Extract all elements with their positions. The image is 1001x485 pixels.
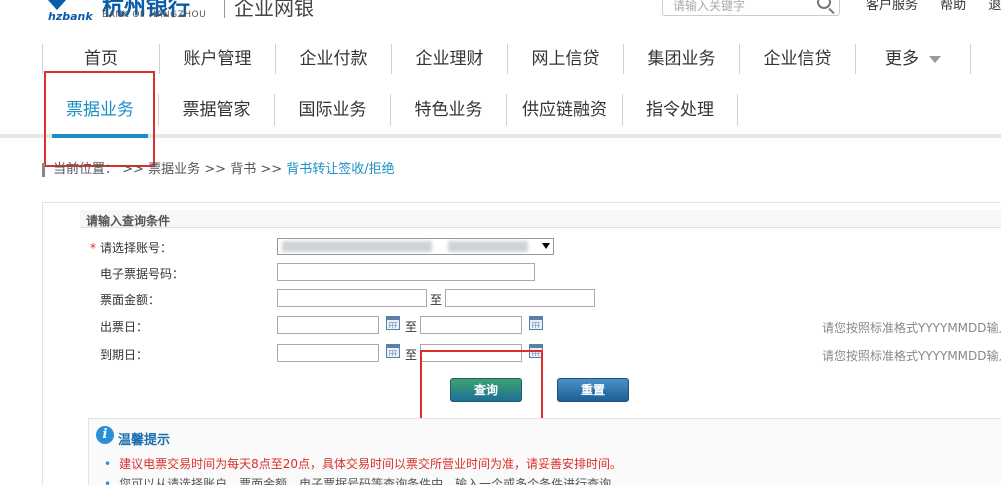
to-label: 至 xyxy=(430,293,443,307)
info-icon: i xyxy=(96,426,114,444)
breadcrumb-bar xyxy=(42,162,45,177)
issue-date-label: 出票日： xyxy=(100,320,149,334)
logo-divider xyxy=(224,0,225,18)
tab-label: 票据管家 xyxy=(182,100,251,120)
masked-account xyxy=(448,241,528,252)
nav-account-management[interactable]: 账户管理 xyxy=(159,44,275,74)
chevron-down-icon xyxy=(929,55,941,63)
tab-featured[interactable]: 特色业务 xyxy=(390,94,506,126)
chevron-down-icon xyxy=(542,243,550,249)
calendar-icon[interactable] xyxy=(386,316,400,330)
nav-more[interactable]: 更多 xyxy=(855,44,971,74)
nav-label: 账户管理 xyxy=(183,49,252,69)
nav-label: 企业理财 xyxy=(415,49,484,69)
tab-label: 供应链融资 xyxy=(522,100,607,120)
due-date-start-input[interactable] xyxy=(277,344,379,362)
subnav-divider xyxy=(0,134,1001,138)
tip-text: 建议电票交易时间为每天8点至20点，具体交易时间以票交所营业时间为准，请妥善安排… xyxy=(119,457,622,471)
due-date-end-input[interactable] xyxy=(420,344,522,362)
link-help[interactable]: 帮助 xyxy=(940,0,966,13)
search-input[interactable]: 请输入关键字 xyxy=(662,0,840,16)
logo-en: hzbank xyxy=(48,10,93,23)
breadcrumb-item[interactable]: 背书 xyxy=(230,162,256,177)
sub-nav: 票据业务 票据管家 国际业务 特色业务 供应链融资 指令处理 xyxy=(42,94,738,126)
reset-button[interactable]: 重置 xyxy=(557,378,629,402)
breadcrumb-current: 背书转让签收/拒绝 xyxy=(286,162,395,177)
bill-number-input[interactable] xyxy=(277,263,535,281)
breadcrumb-prefix: 当前位置： xyxy=(53,162,119,177)
breadcrumb: 当前位置： >> 票据业务 >> 背书 >> 背书转让签收/拒绝 xyxy=(42,158,395,177)
nav-group-business[interactable]: 集团业务 xyxy=(623,44,739,74)
tab-label: 国际业务 xyxy=(298,100,367,120)
nav-label: 企业付款 xyxy=(299,49,368,69)
active-tab-indicator xyxy=(52,134,148,138)
required-mark: * xyxy=(90,241,96,255)
due-date-label: 到期日： xyxy=(100,348,149,362)
bill-no-label: 电子票据号码： xyxy=(100,267,185,281)
top-links: 客户服务 帮助 退出 xyxy=(866,0,1001,13)
nav-enterprise-payment[interactable]: 企业付款 xyxy=(275,44,391,74)
tip-line: • 您可以从请选择账户、票面金额、电子票据号码等查询条件中，输入一个或多个条件进行… xyxy=(104,475,623,485)
tab-bill-manager[interactable]: 票据管家 xyxy=(158,94,274,126)
tab-label: 指令处理 xyxy=(646,100,714,120)
nav-home[interactable]: 首页 xyxy=(42,44,159,74)
nav-label: 首页 xyxy=(84,49,118,69)
to-label: 至 xyxy=(405,348,418,362)
calendar-icon[interactable] xyxy=(529,344,543,358)
tab-instructions[interactable]: 指令处理 xyxy=(622,94,738,126)
tab-international[interactable]: 国际业务 xyxy=(274,94,390,126)
bullet-icon: • xyxy=(104,477,112,485)
nav-label: 集团业务 xyxy=(647,49,716,69)
nav-label: 更多 xyxy=(885,49,919,69)
panel-header xyxy=(80,210,1001,228)
tab-label: 票据业务 xyxy=(66,100,134,120)
panel-title: 请输入查询条件 xyxy=(86,214,171,228)
calendar-icon[interactable] xyxy=(386,344,400,358)
account-label-text: 请选择账号： xyxy=(100,241,173,255)
bullet-icon: • xyxy=(104,457,112,471)
main-nav: 首页 账户管理 企业付款 企业理财 网上信贷 集团业务 企业信贷 更多 xyxy=(42,44,1001,74)
amount-label: 票面金额： xyxy=(100,293,161,307)
date-format-hint: 请您按照标准格式YYYYMMDD输入 xyxy=(822,349,1001,363)
breadcrumb-sep: >> xyxy=(204,162,227,177)
account-select[interactable] xyxy=(277,238,554,255)
breadcrumb-item[interactable]: 票据业务 xyxy=(148,162,200,177)
tab-bill-business[interactable]: 票据业务 xyxy=(42,94,158,126)
nav-online-credit[interactable]: 网上信贷 xyxy=(507,44,623,74)
breadcrumb-sep: >> xyxy=(260,162,283,177)
issue-date-end-input[interactable] xyxy=(420,316,522,334)
calendar-icon[interactable] xyxy=(529,316,543,330)
amount-max-input[interactable] xyxy=(445,289,595,307)
logo-subtitle: BANK OF HANGZHOU xyxy=(102,10,207,20)
product-title: 企业网银 xyxy=(234,0,314,20)
breadcrumb-sep: >> xyxy=(122,162,144,177)
issue-date-start-input[interactable] xyxy=(277,316,379,334)
tab-supply-chain[interactable]: 供应链融资 xyxy=(506,94,622,126)
account-label: * 请选择账号： xyxy=(90,239,172,256)
masked-account xyxy=(282,241,432,252)
nav-enterprise-loan[interactable]: 企业信贷 xyxy=(739,44,855,74)
date-format-hint: 请您按照标准格式YYYYMMDD输入 xyxy=(822,321,1001,335)
search-placeholder: 请输入关键字 xyxy=(673,0,746,13)
query-button[interactable]: 查询 xyxy=(450,378,522,402)
amount-min-input[interactable] xyxy=(277,289,427,307)
nav-enterprise-finance[interactable]: 企业理财 xyxy=(391,44,507,74)
header: hzbank 杭州银行 BANK OF HANGZHOU 企业网银 请输入关键字… xyxy=(0,0,1001,24)
tab-label: 特色业务 xyxy=(414,100,483,120)
tip-line: • 建议电票交易时间为每天8点至20点，具体交易时间以票交所营业时间为准，请妥善安… xyxy=(104,455,622,472)
nav-label: 网上信贷 xyxy=(531,49,600,69)
bank-logo-icon xyxy=(48,0,66,10)
search-icon[interactable] xyxy=(817,0,831,9)
tips-title: 温馨提示 xyxy=(118,433,171,448)
link-logout[interactable]: 退出 xyxy=(988,0,1001,13)
tip-text: 您可以从请选择账户、票面金额、电子票据号码等查询条件中，输入一个或多个条件进行查… xyxy=(119,477,624,485)
nav-label: 企业信贷 xyxy=(763,49,832,69)
to-label: 至 xyxy=(405,320,418,334)
link-customer-service[interactable]: 客户服务 xyxy=(866,0,918,13)
